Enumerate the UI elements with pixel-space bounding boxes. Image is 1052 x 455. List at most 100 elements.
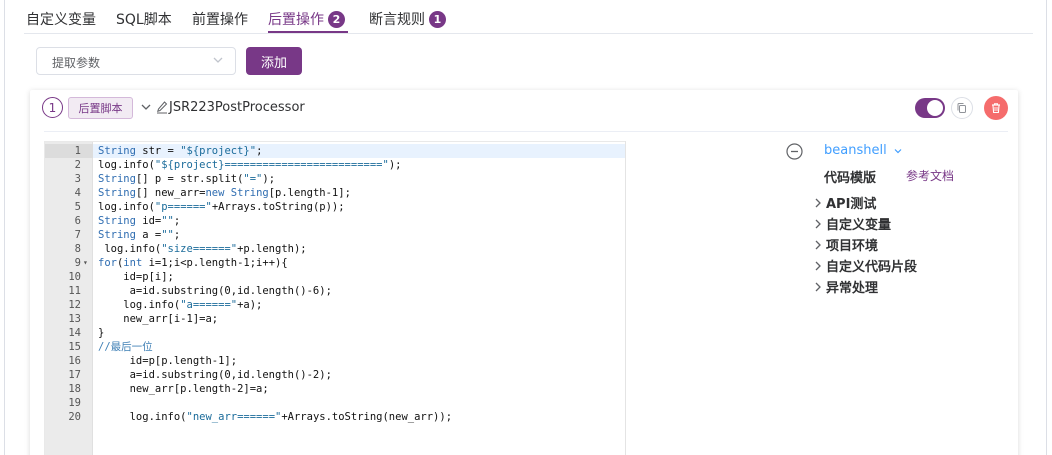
code-text: a=id.substring(0,id.length()-6); bbox=[98, 285, 332, 297]
code-text: log.info("p======"+Arrays.toString(p)); bbox=[98, 201, 345, 213]
code-text: log.info("new_arr======"+Arrays.toString… bbox=[98, 411, 453, 423]
code-text: id=p[p.length-1]; bbox=[98, 355, 238, 367]
editor-divider bbox=[625, 141, 626, 455]
toggle-knob bbox=[927, 100, 943, 116]
collapse-panel-icon[interactable] bbox=[786, 143, 803, 160]
line-number: 4 bbox=[74, 187, 81, 199]
chevron-right-icon bbox=[815, 261, 821, 270]
code-line: 17 a=id.substring(0,id.length()-2); bbox=[45, 368, 625, 382]
line-number: 9 bbox=[74, 257, 81, 269]
code-text: log.info("a======"+a); bbox=[98, 299, 263, 311]
code-line: 12 log.info("a======"+a); bbox=[45, 298, 625, 312]
line-number: 8 bbox=[74, 243, 81, 255]
line-number: 10 bbox=[68, 271, 81, 283]
chevron-down-icon bbox=[213, 57, 223, 63]
line-number: 14 bbox=[68, 327, 81, 339]
line-number: 19 bbox=[68, 397, 81, 409]
code-text: String a =""; bbox=[98, 229, 181, 241]
tab-label: 前置操作 bbox=[192, 12, 248, 28]
copy-button[interactable] bbox=[951, 97, 973, 119]
add-button[interactable]: 添加 bbox=[246, 47, 302, 75]
tab-sql-script[interactable]: SQL脚本 bbox=[116, 6, 172, 32]
code-text: String str = "${project}"; bbox=[98, 145, 263, 157]
code-line: 7 String a =""; bbox=[45, 228, 625, 242]
code-line: 6 String id=""; bbox=[45, 214, 625, 228]
tab-count-badge: 1 bbox=[429, 10, 446, 28]
tab-pre-operations[interactable]: 前置操作 bbox=[192, 6, 248, 32]
code-line: 3 String[] p = str.split("="); bbox=[45, 172, 625, 186]
tab-assertion-rules[interactable]: 断言规则 1 bbox=[369, 6, 446, 32]
code-text: String[] p = str.split("="); bbox=[98, 173, 276, 185]
chevron-down-icon[interactable] bbox=[893, 146, 903, 156]
tree-item-custom-variables[interactable]: 自定义变量 bbox=[812, 214, 891, 233]
code-line: 16 id=p[p.length-1]; bbox=[45, 354, 625, 368]
code-text: a=id.substring(0,id.length()-2); bbox=[98, 369, 332, 381]
line-number: 11 bbox=[68, 285, 81, 297]
tabs-divider bbox=[24, 33, 1033, 34]
chevron-right-icon bbox=[815, 282, 821, 291]
code-line: 8 log.info("size======"+p.length); bbox=[45, 242, 625, 256]
code-line: 20 log.info("new_arr======"+Arrays.toStr… bbox=[45, 410, 625, 424]
line-number: 3 bbox=[74, 173, 81, 185]
code-line: 15 //最后一位 bbox=[45, 340, 625, 354]
code-text: id=p[i]; bbox=[98, 271, 174, 283]
code-line: 9 ▾ for(int i=1;i<p.length-1;i++){ bbox=[45, 256, 625, 270]
code-text: log.info("${project}====================… bbox=[98, 159, 402, 171]
tree-item-label: API测试 bbox=[826, 197, 877, 212]
tab-custom-variables[interactable]: 自定义变量 bbox=[26, 6, 96, 32]
code-line: 1 String str = "${project}"; bbox=[45, 144, 625, 158]
line-number: 1 bbox=[74, 145, 81, 157]
code-line: 4 String[] new_arr=new String[p.length-1]… bbox=[45, 186, 625, 200]
code-text: new_arr[i-1]=a; bbox=[98, 313, 219, 325]
code-line: 5 log.info("p======"+Arrays.toString(p)); bbox=[45, 200, 625, 214]
tree-item-exception-handling[interactable]: 异常处理 bbox=[812, 277, 878, 296]
chevron-right-icon bbox=[815, 240, 821, 249]
code-text: log.info("size======"+p.length); bbox=[98, 243, 307, 255]
reference-doc-link[interactable]: 参考文档 bbox=[906, 167, 954, 184]
line-number: 16 bbox=[68, 355, 81, 367]
line-number: 18 bbox=[68, 383, 81, 395]
line-number: 5 bbox=[74, 201, 81, 213]
card-header-divider bbox=[44, 131, 1008, 132]
tab-label: 断言规则 bbox=[369, 12, 425, 28]
frame-left-border bbox=[4, 0, 5, 455]
tab-label: 后置操作 bbox=[268, 12, 324, 28]
fold-arrow-icon[interactable]: ▾ bbox=[83, 256, 88, 270]
code-line: 2 log.info("${project}===================… bbox=[45, 158, 625, 172]
tree-item-label: 异常处理 bbox=[826, 281, 879, 296]
tab-post-operations[interactable]: 后置操作 2 bbox=[268, 6, 345, 32]
delete-button[interactable] bbox=[984, 96, 1008, 120]
line-number: 6 bbox=[74, 215, 81, 227]
line-number: 20 bbox=[68, 411, 81, 423]
chevron-right-icon bbox=[815, 198, 821, 207]
edit-icon[interactable] bbox=[156, 100, 168, 114]
code-text: String[] new_arr=new String[p.length-1]; bbox=[98, 187, 351, 199]
code-line: 10 id=p[i]; bbox=[45, 270, 625, 284]
code-line: 18 new_arr[p.length-2]=a; bbox=[45, 382, 625, 396]
step-index: 1 bbox=[42, 97, 63, 118]
code-editor[interactable]: 1 String str = "${project}"; 2 log.info("${… bbox=[44, 141, 626, 455]
language-select[interactable]: beanshell bbox=[824, 143, 887, 158]
processor-type-tag: 后置脚本 bbox=[68, 97, 133, 119]
code-line: 11 a=id.substring(0,id.length()-6); bbox=[45, 284, 625, 298]
trash-icon bbox=[992, 103, 1000, 114]
code-line: 19 bbox=[45, 396, 625, 410]
code-text: } bbox=[98, 327, 105, 339]
line-number: 12 bbox=[68, 299, 81, 311]
code-template-label: 代码模版 bbox=[824, 171, 877, 186]
enable-toggle[interactable] bbox=[915, 98, 945, 118]
chevron-right-icon bbox=[815, 219, 821, 228]
line-number: 7 bbox=[74, 229, 81, 241]
chevron-down-icon[interactable] bbox=[140, 101, 152, 113]
tree-item-label: 自定义代码片段 bbox=[826, 260, 918, 275]
extract-param-select[interactable]: 提取参数 bbox=[36, 47, 236, 75]
tab-label: SQL脚本 bbox=[116, 12, 172, 28]
tree-item-custom-snippets[interactable]: 自定义代码片段 bbox=[812, 256, 917, 275]
code-line: 13 new_arr[i-1]=a; bbox=[45, 312, 625, 326]
tree-item-project-env[interactable]: 项目环境 bbox=[812, 235, 878, 254]
processor-name[interactable]: JSR223PostProcessor bbox=[169, 100, 305, 115]
select-placeholder: 提取参数 bbox=[52, 56, 101, 70]
copy-icon bbox=[957, 103, 966, 113]
line-number: 2 bbox=[74, 159, 81, 171]
tree-item-api-test[interactable]: API测试 bbox=[812, 193, 876, 212]
